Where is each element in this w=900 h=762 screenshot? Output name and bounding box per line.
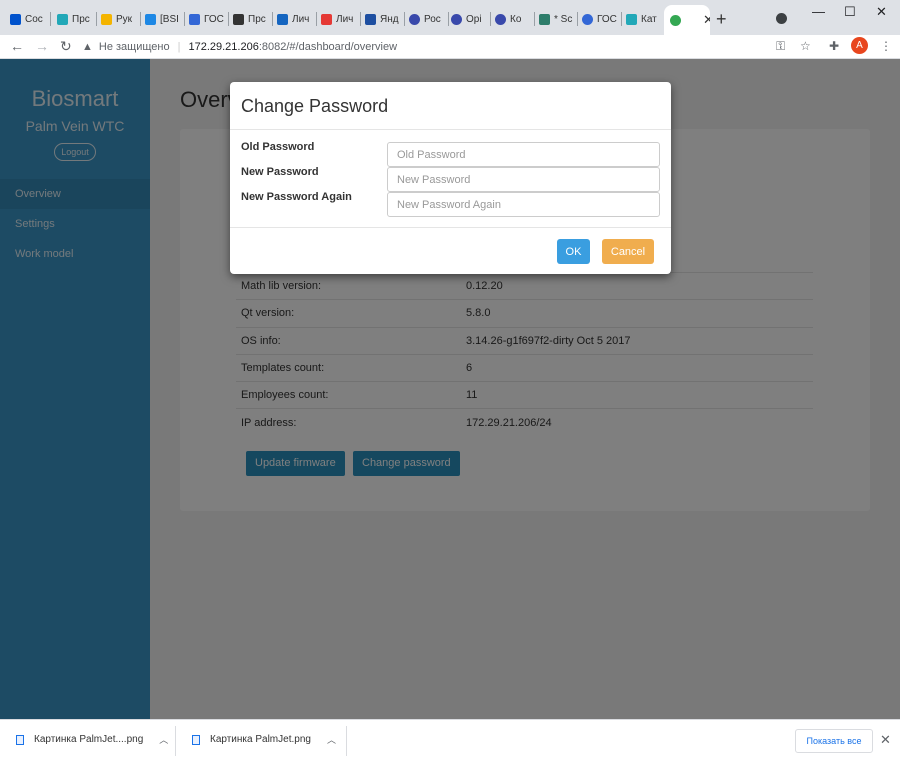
browser-tab[interactable]: Лич	[321, 6, 359, 32]
file-icon	[192, 734, 200, 745]
toolbar: ← → ↻ ▲ Не защищено | 172.29.21.206:8082…	[0, 35, 900, 59]
insecure-label: Не защищено	[98, 41, 170, 53]
chevron-up-icon[interactable]: ︿	[159, 733, 168, 746]
dialog-footer: OK Cancel	[230, 227, 671, 274]
dialog-body: Old Password New Password New Password A…	[230, 130, 671, 227]
tab-favicon-icon	[189, 13, 200, 25]
new-password-again-input[interactable]	[387, 192, 660, 217]
key-icon[interactable]: ⚿	[776, 39, 785, 54]
tab-favicon-icon	[495, 13, 506, 25]
browser-tab[interactable]: Янд	[365, 6, 403, 32]
file-icon	[16, 734, 24, 745]
download-item[interactable]: Картинка PalmJet.png ︿	[192, 733, 336, 746]
new-password-label: New Password	[241, 166, 319, 178]
browser-tab-active[interactable]: ✕	[664, 5, 710, 35]
browser-tab[interactable]: Coc	[10, 6, 48, 32]
star-icon[interactable]: ☆	[800, 39, 811, 53]
tab-favicon-icon	[10, 13, 21, 25]
tab-favicon-icon	[321, 13, 332, 25]
url-path: :8082/#/dashboard/overview	[258, 41, 398, 53]
browser-tab[interactable]: Кат	[626, 6, 662, 32]
download-shelf: Картинка PalmJet....png ︿ Картинка PalmJ…	[0, 719, 900, 762]
tab-favicon-icon	[365, 13, 376, 25]
browser-tab[interactable]: Лич	[277, 6, 315, 32]
browser-tab[interactable]: Прс	[57, 6, 95, 32]
new-tab-icon[interactable]: +	[716, 9, 727, 30]
dialog-title: Change Password	[230, 82, 671, 130]
back-icon[interactable]: ←	[10, 38, 24, 54]
menu-icon[interactable]: ⋮	[880, 39, 892, 53]
cancel-button[interactable]: Cancel	[602, 239, 654, 264]
extensions-icon[interactable]: ✚	[829, 39, 839, 53]
download-item[interactable]: Картинка PalmJet....png ︿	[16, 733, 168, 746]
tab-favicon-icon	[451, 13, 462, 25]
ok-button[interactable]: OK	[557, 239, 590, 264]
chevron-up-icon[interactable]: ︿	[327, 733, 336, 746]
minimize-icon[interactable]: —	[812, 4, 825, 19]
forward-icon[interactable]: →	[35, 38, 49, 54]
browser-tab[interactable]: * Sc	[539, 6, 575, 32]
new-password-again-row: New Password Again	[230, 189, 671, 217]
reload-icon[interactable]: ↻	[60, 38, 72, 55]
close-window-icon[interactable]: ✕	[876, 4, 887, 20]
tab-favicon-icon	[626, 13, 637, 25]
browser-tab[interactable]: Прс	[233, 6, 271, 32]
close-shelf-icon[interactable]: ✕	[880, 732, 891, 748]
browser-tab[interactable]: Ко	[495, 6, 533, 32]
maximize-icon[interactable]: ☐	[844, 4, 856, 20]
profile-avatar[interactable]: A	[851, 37, 868, 54]
tab-favicon-icon	[145, 13, 156, 25]
tab-favicon-icon	[409, 13, 420, 25]
tab-favicon-icon	[277, 13, 288, 25]
old-password-row: Old Password	[230, 139, 671, 167]
browser-tab[interactable]: Рук	[101, 6, 139, 32]
tab-strip: Coc Прс Рук [BSI ГОС Прс Лич Лич Янд Рос…	[0, 0, 900, 35]
tab-favicon-icon	[233, 13, 244, 25]
new-password-row: New Password	[230, 164, 671, 192]
show-all-button[interactable]: Показать все	[795, 729, 873, 753]
address-bar[interactable]: ▲ Не защищено | 172.29.21.206:8082/#/das…	[82, 37, 822, 57]
browser-tab[interactable]: [BSI	[145, 6, 183, 32]
tab-favicon-icon	[582, 13, 593, 25]
tab-search-icon[interactable]	[776, 13, 787, 24]
new-password-again-label: New Password Again	[241, 191, 352, 203]
warning-icon[interactable]: ▲	[82, 41, 93, 53]
browser-tab[interactable]: Орі	[451, 6, 489, 32]
browser-tab[interactable]: ГОС	[189, 6, 227, 32]
url-host: 172.29.21.206	[188, 41, 259, 53]
close-tab-icon[interactable]: ✕	[703, 12, 710, 28]
tab-favicon-icon	[539, 13, 550, 25]
tab-favicon-icon	[57, 13, 68, 25]
tab-favicon-icon	[101, 13, 112, 25]
change-password-dialog: Change Password Old Password New Passwor…	[230, 82, 671, 274]
tab-favicon-icon	[670, 14, 681, 26]
browser-tab[interactable]: Рос	[409, 6, 447, 32]
browser-tab[interactable]: ГОС	[582, 6, 620, 32]
old-password-label: Old Password	[241, 141, 315, 153]
